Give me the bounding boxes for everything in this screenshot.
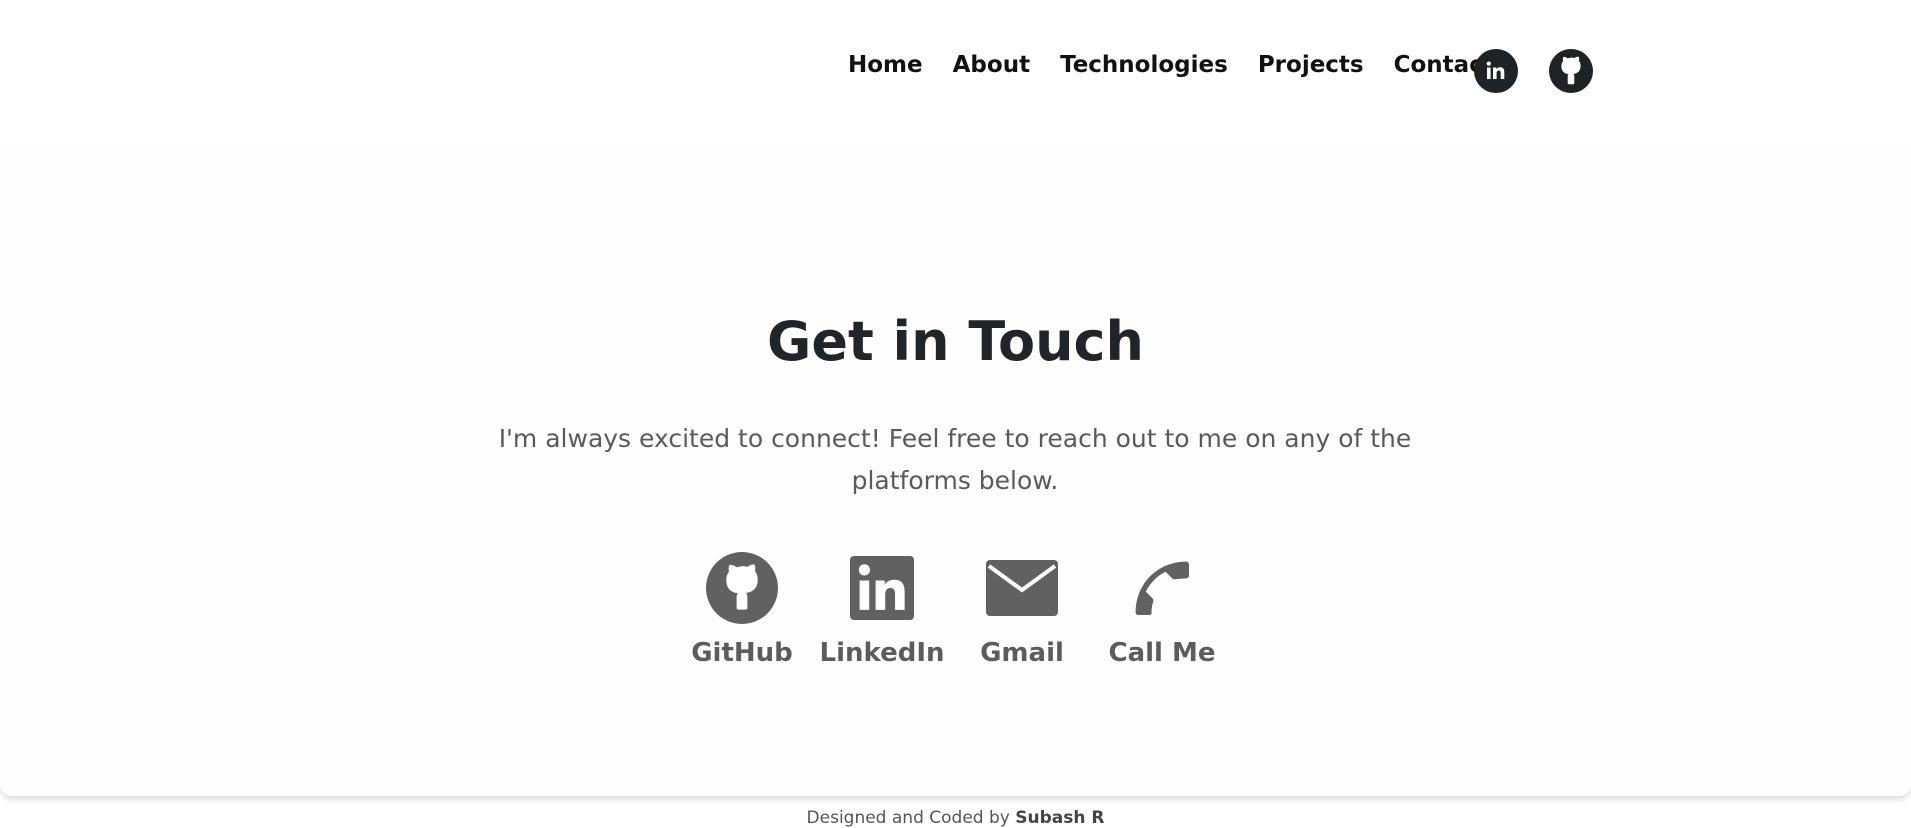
contact-section: Get in Touch I'm always excited to conne… (0, 140, 1911, 796)
github-icon (706, 552, 778, 624)
contact-link-github[interactable]: GitHub (690, 550, 794, 668)
nav-links: Home About Technologies Projects Contact (848, 52, 1524, 78)
nav-link-home[interactable]: Home (848, 52, 923, 78)
navbar: Home About Technologies Projects Contact (0, 0, 1911, 140)
footer-credit: Designed and Coded by (806, 808, 1010, 828)
contact-link-label: Call Me (1108, 638, 1216, 668)
footer: Designed and Coded by Subash R (0, 808, 1911, 828)
linkedin-icon (1486, 61, 1505, 79)
nav-link-technologies[interactable]: Technologies (1060, 52, 1228, 78)
github-icon (1561, 56, 1581, 85)
nav-link-about[interactable]: About (953, 52, 1030, 78)
nav-social-links (1474, 49, 1593, 93)
contact-link-gmail[interactable]: Gmail (970, 550, 1074, 668)
contact-link-label: Gmail (980, 638, 1064, 668)
contact-title: Get in Touch (767, 310, 1144, 373)
nav-github-button[interactable] (1549, 49, 1593, 93)
contact-link-linkedin[interactable]: LinkedIn (820, 550, 945, 668)
phone-icon (1135, 561, 1189, 615)
contact-links: GitHub LinkedIn Gmail Call Me (690, 550, 1216, 668)
contact-link-label: LinkedIn (819, 638, 945, 668)
contact-link-label: GitHub (691, 638, 793, 668)
nav-linkedin-button[interactable] (1474, 49, 1518, 93)
mail-icon (986, 560, 1058, 616)
contact-description: I'm always excited to connect! Feel free… (498, 424, 1412, 495)
contact-link-call[interactable]: Call Me (1108, 550, 1216, 668)
linkedin-icon (850, 556, 914, 620)
nav-link-projects[interactable]: Projects (1258, 52, 1364, 78)
footer-author: Subash R (1015, 808, 1105, 828)
